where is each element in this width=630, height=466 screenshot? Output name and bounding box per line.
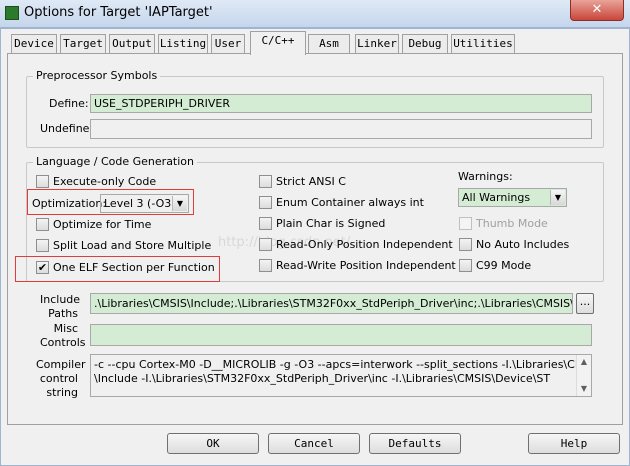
chevron-down-icon: ▼ [172,196,187,211]
execute-only-label: Execute-only Code [53,175,157,188]
misc-controls-input[interactable] [90,324,592,346]
warnings-select[interactable]: All Warnings ▼ [458,188,567,207]
no-auto-includes-checkbox[interactable] [459,238,472,251]
warnings-label: Warnings: [458,170,513,183]
defaults-button[interactable]: Defaults [369,433,461,454]
one-elf-checkbox[interactable]: ✔ [36,261,49,274]
thumb-mode-label: Thumb Mode [476,217,548,230]
app-icon [5,6,19,20]
tab-user[interactable]: User [211,34,245,53]
tab-c-cpp[interactable]: C/C++ [250,31,306,55]
strict-ansi-label: Strict ANSI C [276,175,346,188]
optimization-label: Optimization: [32,197,107,210]
define-label: Define: [49,97,89,110]
undefine-input[interactable] [90,119,592,139]
tab-listing[interactable]: Listing [158,34,208,53]
preprocessor-group-label: Preprocessor Symbols [33,69,161,82]
optimization-select[interactable]: Level 3 (-O3) ▼ [100,194,189,213]
scroll-down-icon[interactable]: ▼ [577,382,591,396]
optimization-value: Level 3 (-O3) [104,197,176,210]
no-auto-includes-label: No Auto Includes [476,238,570,251]
include-paths-browse-button[interactable]: ... [576,293,594,314]
window-title: Options for Target 'IAPTarget' [24,5,213,20]
execute-only-checkbox[interactable] [36,175,49,188]
compiler-control-line-2: \Include -I.\Libraries\STM32F0xx_StdPeri… [94,372,551,385]
ro-position-checkbox[interactable] [259,238,272,251]
chevron-down-icon: ▼ [550,190,565,205]
undefine-label: Undefine: [40,122,94,135]
thumb-mode-checkbox[interactable] [459,217,472,230]
rw-position-label: Read-Write Position Independent [276,259,456,272]
help-button[interactable]: Help [528,433,620,454]
split-load-label: Split Load and Store Multiple [53,239,212,252]
compiler-control-text: -c --cpu Cortex-M0 -D__MICROLIB -g -O3 -… [90,354,592,397]
one-elf-label: One ELF Section per Function [53,261,215,274]
compiler-control-scrollbar[interactable]: ▲ ▼ [576,355,591,396]
include-paths-input[interactable]: .\Libraries\CMSIS\Include;.\Libraries\ST… [90,293,573,314]
optimize-time-label: Optimize for Time [53,218,152,231]
enum-container-checkbox[interactable] [259,196,272,209]
c99-mode-checkbox[interactable] [459,259,472,272]
include-paths-label: Include Paths [40,293,81,320]
tab-output[interactable]: Output [109,34,155,53]
tab-target[interactable]: Target [60,34,106,53]
language-group-label: Language / Code Generation [33,155,198,168]
tab-asm[interactable]: Asm [308,34,350,53]
misc-controls-label: Misc Controls [40,322,86,349]
tab-device[interactable]: Device [11,34,57,53]
rw-position-checkbox[interactable] [259,259,272,272]
optimize-time-checkbox[interactable] [36,218,49,231]
close-button[interactable]: ✕ [570,0,624,21]
compiler-control-label: Compiler control string [36,358,86,399]
c99-mode-label: C99 Mode [476,259,532,272]
enum-container-label: Enum Container always int [276,196,424,209]
tab-debug[interactable]: Debug [402,34,448,53]
checkmark-icon: ✔ [37,261,48,274]
plain-char-label: Plain Char is Signed [276,217,386,230]
ro-position-label: Read-Only Position Independent [276,238,453,251]
split-load-checkbox[interactable] [36,239,49,252]
scroll-up-icon[interactable]: ▲ [577,355,591,369]
tab-utilities[interactable]: Utilities [451,34,515,53]
compiler-control-line-1: -c --cpu Cortex-M0 -D__MICROLIB -g -O3 -… [94,358,592,371]
cancel-button[interactable]: Cancel [268,433,360,454]
define-input[interactable]: USE_STDPERIPH_DRIVER [90,94,592,113]
tab-linker[interactable]: Linker [355,34,399,53]
warnings-value: All Warnings [462,191,531,204]
strict-ansi-checkbox[interactable] [259,175,272,188]
plain-char-checkbox[interactable] [259,217,272,230]
ok-button[interactable]: OK [167,433,259,454]
